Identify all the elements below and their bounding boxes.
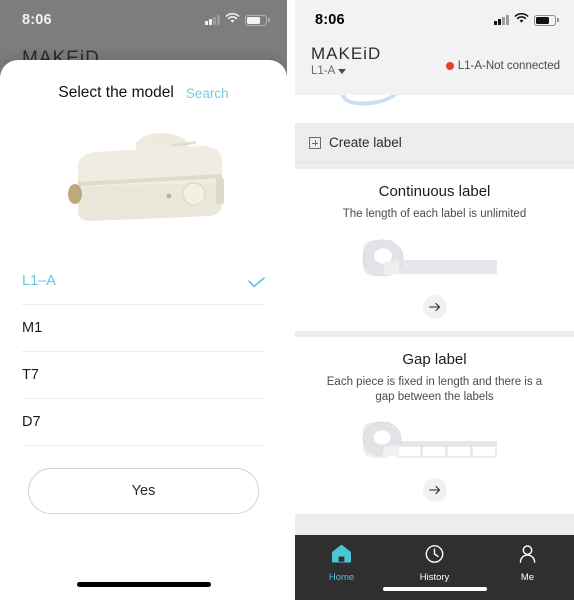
wifi-icon bbox=[514, 11, 529, 29]
list-item[interactable]: M1 bbox=[22, 305, 265, 352]
cellular-bars-icon bbox=[494, 15, 509, 25]
bottom-tab-bar: Home History Me bbox=[295, 535, 574, 600]
tab-me[interactable]: Me bbox=[481, 535, 574, 600]
status-icons bbox=[205, 11, 270, 29]
battery-icon bbox=[534, 14, 559, 26]
device-model-selector[interactable]: L1-A bbox=[311, 65, 381, 77]
left-screen: 8:06 MAKEiD Select the model Search L1–A… bbox=[0, 0, 287, 600]
label-type-card-continuous[interactable]: Continuous label The length of each labe… bbox=[295, 169, 574, 331]
tab-home[interactable]: Home bbox=[295, 535, 388, 600]
person-icon bbox=[517, 544, 538, 569]
clock-icon bbox=[424, 544, 445, 569]
wifi-icon bbox=[225, 11, 240, 29]
brand-logo: MAKEiD bbox=[311, 44, 382, 63]
go-button[interactable] bbox=[422, 294, 447, 319]
status-time: 8:06 bbox=[315, 12, 345, 28]
device-image bbox=[0, 110, 287, 258]
chevron-down-icon bbox=[338, 68, 347, 74]
create-label-text: Create label bbox=[329, 135, 402, 150]
sheet-title-row: Select the model Search bbox=[0, 60, 287, 110]
model-name: L1–A bbox=[22, 273, 56, 289]
confirm-button-wrap: Yes bbox=[0, 446, 287, 514]
right-screen: 8:06 MAKEiD L1-A L1-A-Not connected Crea… bbox=[287, 0, 574, 600]
battery-icon bbox=[245, 14, 270, 26]
plus-box-icon bbox=[309, 136, 321, 149]
app-bar: MAKEiD L1-A L1-A-Not connected bbox=[295, 40, 574, 95]
model-name: M1 bbox=[22, 320, 43, 336]
gap-tape-roll-icon bbox=[307, 412, 562, 474]
home-indicator[interactable] bbox=[382, 587, 487, 591]
go-button[interactable] bbox=[422, 477, 447, 502]
cellular-bars-icon bbox=[205, 15, 220, 25]
template-carousel-peek[interactable] bbox=[295, 95, 574, 123]
dual-screenshot-container: 8:06 MAKEiD Select the model Search L1–A… bbox=[0, 0, 574, 600]
tab-label: History bbox=[419, 572, 450, 583]
confirm-button[interactable]: Yes bbox=[28, 468, 259, 514]
status-bar-left: 8:06 bbox=[0, 0, 287, 40]
label-type-card-gap[interactable]: Gap label Each piece is fixed in length … bbox=[295, 336, 574, 514]
model-list: L1–A M1 T7 D7 bbox=[0, 258, 287, 446]
card-title: Gap label bbox=[402, 350, 467, 368]
brand-block: MAKEiD L1-A bbox=[311, 44, 381, 77]
check-icon bbox=[248, 276, 265, 287]
continuous-tape-roll-icon bbox=[307, 229, 562, 291]
list-item[interactable]: T7 bbox=[22, 352, 265, 399]
card-subtitle: Each piece is fixed in length and there … bbox=[326, 375, 543, 404]
list-item[interactable]: D7 bbox=[22, 399, 265, 446]
status-bar-right: 8:06 bbox=[295, 0, 574, 40]
model-name: D7 bbox=[22, 414, 41, 430]
home-indicator[interactable] bbox=[76, 582, 211, 587]
card-subtitle: The length of each label is unlimited bbox=[342, 208, 527, 220]
search-link[interactable]: Search bbox=[186, 86, 229, 101]
tab-label: Me bbox=[520, 572, 535, 583]
model-select-sheet: Select the model Search L1–A M1 T7 D7 Ye… bbox=[0, 60, 287, 600]
status-badge: L1-A-Not connected bbox=[457, 60, 560, 72]
decorative-blob bbox=[339, 95, 403, 110]
card-title: Continuous label bbox=[378, 183, 491, 200]
device-model-label: L1-A bbox=[311, 65, 336, 77]
arrow-right-icon bbox=[428, 485, 440, 494]
tab-label: Home bbox=[328, 572, 355, 583]
page-title: Select the model bbox=[58, 84, 174, 101]
create-label-row[interactable]: Create label bbox=[295, 123, 574, 163]
arrow-right-icon bbox=[428, 302, 440, 311]
status-dot-icon bbox=[445, 62, 454, 70]
status-time: 8:06 bbox=[22, 12, 52, 28]
connection-status[interactable]: L1-A-Not connected bbox=[445, 44, 560, 72]
list-item[interactable]: L1–A bbox=[22, 258, 265, 305]
home-icon bbox=[331, 544, 352, 569]
status-icons bbox=[494, 11, 559, 29]
model-name: T7 bbox=[22, 367, 39, 383]
right-screen-inner: 8:06 MAKEiD L1-A L1-A-Not connected Crea… bbox=[295, 0, 574, 600]
